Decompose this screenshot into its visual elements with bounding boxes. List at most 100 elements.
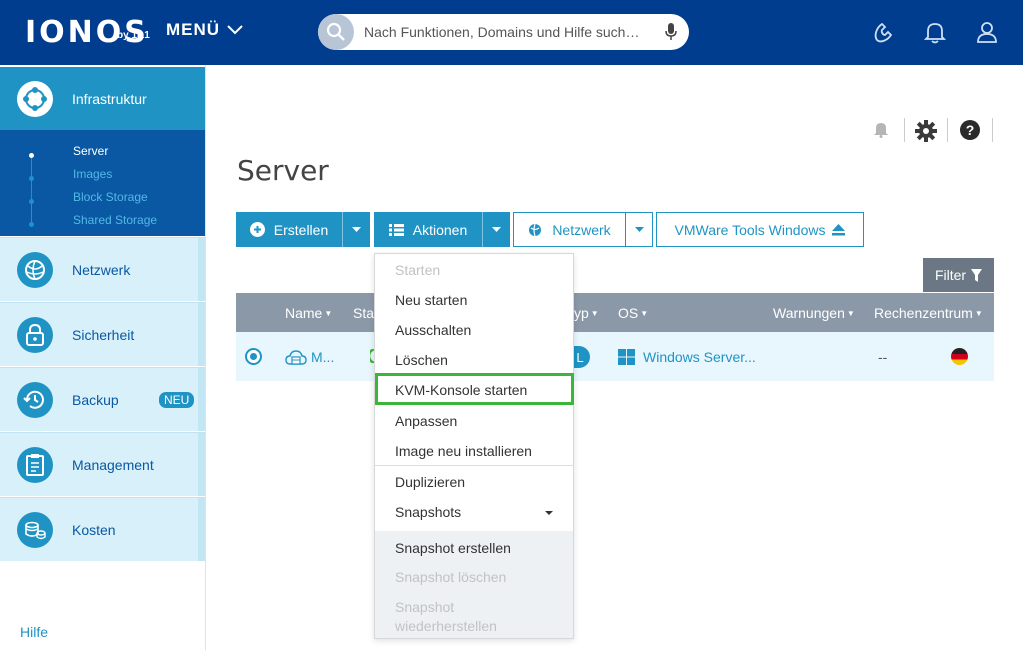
menu-item-ausschalten[interactable]: Ausschalten	[375, 322, 573, 338]
svg-text:?: ?	[966, 122, 975, 138]
column-header-os[interactable]: OS ▼	[618, 305, 648, 321]
menu-label: MENÜ	[166, 20, 221, 39]
menu-button[interactable]: MENÜ	[166, 20, 244, 40]
submenu-dot	[29, 199, 34, 204]
sort-caret-icon: ▼	[846, 309, 855, 318]
top-bar: IONOS by 1&1 MENÜ	[0, 0, 1023, 65]
user-icon[interactable]	[974, 19, 1000, 45]
column-header-label: Rechenzentrum	[874, 305, 973, 321]
sort-caret-icon: ▼	[324, 309, 333, 318]
actions-button-label: Aktionen	[412, 221, 468, 238]
lock-icon	[17, 316, 53, 353]
submenu-dot	[29, 222, 34, 227]
sort-caret-icon: ▼	[974, 309, 983, 318]
actions-dropdown-menu: Starten Neu starten Ausschalten Löschen …	[374, 253, 574, 639]
filter-button-label: Filter	[934, 267, 967, 283]
menu-item-snapshot-loeschen: Snapshot löschen	[395, 569, 507, 585]
menu-item-image-neu-installieren[interactable]: Image neu installieren	[375, 443, 573, 459]
sidebar-item-label: Backup	[72, 391, 119, 408]
menu-item-snapshot-erstellen[interactable]: Snapshot erstellen	[375, 540, 573, 556]
vmware-tools-button[interactable]: VMWare Tools Windows	[656, 212, 864, 247]
radio-dot	[250, 353, 257, 360]
sort-caret-icon: ▼	[590, 309, 599, 318]
bell-icon[interactable]	[922, 19, 948, 45]
actions-button[interactable]: Aktionen	[374, 212, 482, 247]
search-input[interactable]	[364, 14, 654, 50]
help-question-icon[interactable]: ?	[960, 120, 980, 145]
sidebar-item-label: Kosten	[72, 521, 116, 538]
coins-icon	[17, 511, 53, 548]
caret-down-icon	[492, 227, 501, 232]
network-button-label: Netzwerk	[552, 221, 611, 238]
submenu-item-images[interactable]: Images	[73, 167, 112, 181]
submenu-dot	[29, 153, 34, 158]
caret-down-icon	[352, 227, 361, 232]
server-os[interactable]: Windows Server...	[643, 349, 756, 365]
microphone-icon[interactable]	[665, 23, 677, 41]
submenu-line	[31, 153, 32, 223]
column-header-label: Sta	[353, 305, 375, 321]
table-row[interactable]: M... L Windows Server... --	[236, 332, 994, 381]
phone-icon[interactable]	[870, 19, 896, 45]
sidebar-item-netzwerk[interactable]: Netzwerk	[0, 237, 205, 301]
filter-button[interactable]: Filter	[923, 258, 994, 292]
column-header-label: Name	[285, 305, 323, 321]
menu-item-loeschen[interactable]: Löschen	[375, 352, 573, 368]
de-flag-icon	[951, 348, 968, 365]
sidebar-item-label: Netzwerk	[72, 261, 131, 278]
column-header-label: yp	[574, 305, 589, 321]
sidebar-item-backup[interactable]: Backup NEU	[0, 367, 205, 431]
menu-item-duplizieren[interactable]: Duplizieren	[375, 474, 573, 490]
menu-item-snapshot-wiederherstellen: Snapshot wiederherstellen	[395, 599, 497, 634]
list-icon	[388, 223, 404, 236]
column-header-status[interactable]: Sta	[353, 305, 374, 321]
column-header-warnings[interactable]: Warnungen ▼	[773, 305, 855, 321]
sidebar-item-management[interactable]: Management	[0, 432, 205, 496]
sidebar-border	[205, 65, 206, 650]
page-title: Server	[237, 154, 329, 187]
network-button[interactable]: Netzwerk	[513, 212, 626, 247]
notification-bell-icon[interactable]	[873, 120, 889, 143]
vmware-button-label: VMWare Tools Windows	[674, 221, 826, 238]
create-button[interactable]: Erstellen	[236, 212, 342, 247]
sidebar-item-sicherheit[interactable]: Sicherheit	[0, 302, 205, 366]
submenu-dot	[29, 176, 34, 181]
server-name[interactable]: M...	[311, 349, 334, 365]
menu-item-kvm-konsole-starten[interactable]: KVM-Konsole starten	[375, 382, 573, 398]
column-header-datacenter[interactable]: Rechenzentrum ▼	[874, 305, 983, 321]
snapshots-label: Snapshots	[395, 504, 462, 520]
sidebar-item-label: Sicherheit	[72, 326, 135, 343]
table-header: Name ▼ Sta yp ▼ OS ▼ Warnungen ▼ Rechenzentr…	[236, 293, 994, 332]
column-header-name[interactable]: Name ▼	[285, 305, 332, 321]
column-header-type[interactable]: yp ▼	[574, 305, 599, 321]
submenu-item-block-storage[interactable]: Block Storage	[73, 190, 148, 204]
search-bar	[318, 14, 689, 50]
sort-caret-icon: ▼	[640, 309, 649, 318]
chevron-down-icon	[227, 25, 243, 35]
network-dropdown-toggle[interactable]	[625, 212, 653, 247]
actions-dropdown-toggle[interactable]	[483, 212, 510, 247]
filter-funnel-icon	[971, 268, 983, 282]
menu-item-anpassen[interactable]: Anpassen	[375, 413, 573, 429]
plus-circle-icon	[249, 222, 265, 237]
toolbar-divider	[947, 118, 948, 142]
submenu-item-shared-storage[interactable]: Shared Storage	[73, 213, 157, 227]
sidebar-item-label: Management	[72, 456, 154, 473]
help-link[interactable]: Hilfe	[20, 624, 48, 640]
sidebar-item-kosten[interactable]: Kosten	[0, 497, 205, 561]
create-button-label: Erstellen	[273, 221, 329, 238]
search-icon[interactable]	[318, 14, 354, 50]
settings-gear-icon[interactable]	[915, 120, 937, 147]
menu-item-snapshots[interactable]: Snapshots	[375, 504, 573, 520]
toolbar-divider	[904, 118, 905, 142]
menu-item-neu-starten[interactable]: Neu starten	[375, 292, 573, 308]
eject-icon	[832, 223, 846, 235]
create-dropdown-toggle[interactable]	[343, 212, 370, 247]
backup-clock-icon	[17, 381, 53, 418]
row-select-radio[interactable]	[245, 348, 262, 365]
toolbar-divider	[992, 118, 993, 142]
caret-down-icon	[634, 227, 644, 232]
caret-down-icon	[545, 511, 553, 515]
sidebar-item-infrastruktur[interactable]: Infrastruktur	[0, 67, 205, 130]
submenu-item-server[interactable]: Server	[73, 144, 108, 158]
